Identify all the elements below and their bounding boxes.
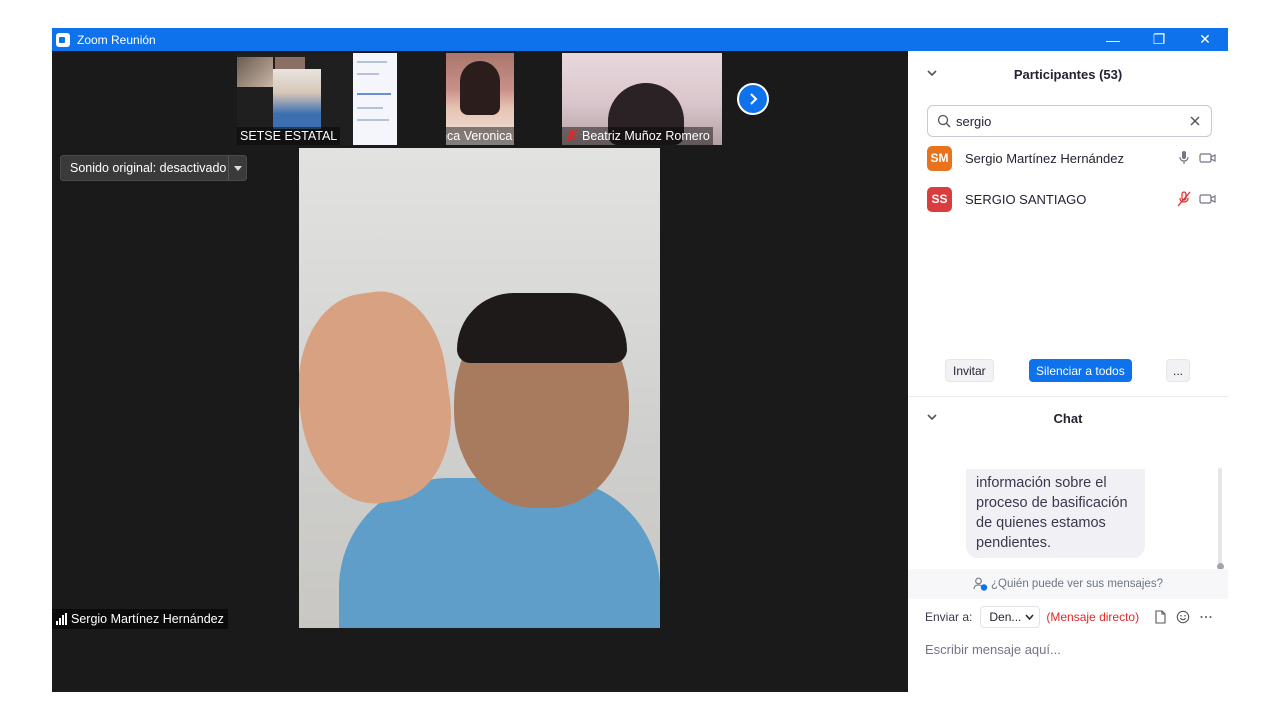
active-speaker-video	[299, 148, 660, 628]
tile-name-label: Blanca Veronica Gonz...	[446, 127, 514, 145]
more-options-button[interactable]: ...	[1166, 359, 1190, 382]
more-icon[interactable]	[1199, 610, 1213, 624]
chevron-down-icon	[1025, 614, 1034, 620]
zoom-window: Zoom Reunión — ❐ ✕ SETSE ESTATAL ca Vero…	[52, 28, 1228, 692]
gallery-tile[interactable]: SETSE ESTATAL	[237, 53, 397, 145]
participant-name: SERGIO SANTIAGO	[965, 191, 1087, 207]
window-controls: — ❐ ✕	[1090, 28, 1228, 51]
participant-search[interactable]	[927, 105, 1212, 137]
shared-screen	[353, 53, 397, 145]
search-input[interactable]	[956, 113, 1176, 129]
participant-row[interactable]: SM Sergio Martínez Hernández	[927, 144, 1217, 172]
zoom-app-icon	[56, 32, 70, 47]
who-can-see-label: ¿Quién puede ver sus mensajes?	[991, 578, 1163, 590]
video-feed	[457, 293, 627, 363]
video-area: SETSE ESTATAL Blanca Veronica Gonz... Be…	[52, 51, 908, 692]
participants-header: Participantes (53)	[908, 54, 1228, 94]
video-feed	[275, 57, 305, 69]
side-panel: Participantes (53) SM Sergio Martínez He…	[908, 51, 1228, 692]
mic-muted-icon	[566, 129, 578, 143]
chat-message: información sobre el proceso de basifica…	[966, 469, 1145, 558]
original-sound-dropdown[interactable]: Sonido original: desactivado	[60, 155, 247, 181]
title-bar: Zoom Reunión — ❐ ✕	[52, 28, 1228, 51]
video-camera-icon[interactable]	[1199, 150, 1217, 166]
invite-button[interactable]: Invitar	[945, 359, 994, 382]
recipient-dropdown[interactable]: Den...	[980, 606, 1041, 628]
tile-name: Beatriz Muñoz Romero	[582, 129, 710, 143]
chevron-down-icon[interactable]	[926, 67, 938, 79]
participant-name: Sergio Martínez Hernández	[965, 150, 1124, 166]
mic-icon[interactable]	[1175, 150, 1193, 166]
chat-header: Chat	[908, 398, 1228, 438]
who-can-see-messages-link[interactable]: ¿Quién puede ver sus mensajes?	[908, 569, 1228, 599]
direct-message-label: (Mensaje directo)	[1046, 610, 1140, 624]
tile-name: SETSE ESTATAL	[240, 129, 338, 143]
restore-button[interactable]: ❐	[1136, 28, 1182, 51]
search-icon	[937, 114, 951, 128]
signal-strength-icon	[56, 613, 67, 625]
user-info-icon	[973, 577, 988, 591]
participant-row[interactable]: SS SERGIO SANTIAGO	[927, 185, 1217, 213]
participants-title: Participantes (53)	[1013, 66, 1123, 82]
video-feed	[273, 69, 321, 129]
gallery-tile[interactable]: Blanca Veronica Gonz...	[446, 53, 514, 145]
video-camera-icon[interactable]	[1199, 191, 1217, 207]
close-window-button[interactable]: ✕	[1182, 28, 1228, 51]
chat-message-input[interactable]	[925, 637, 1215, 661]
divider	[908, 396, 1228, 397]
caret-down-icon[interactable]	[228, 156, 246, 180]
video-feed	[237, 57, 273, 87]
gallery-strip: SETSE ESTATAL Blanca Veronica Gonz... Be…	[52, 51, 908, 147]
emoji-icon[interactable]	[1176, 610, 1190, 624]
send-to-label: Enviar a:	[925, 610, 973, 624]
tile-name-label: Beatriz Muñoz Romero	[562, 127, 713, 145]
minimize-button[interactable]: —	[1090, 28, 1136, 51]
gallery-tile[interactable]: Beatriz Muñoz Romero	[562, 53, 722, 145]
chat-title: Chat	[1053, 410, 1083, 426]
active-speaker-name: Sergio Martínez Hernández	[71, 612, 224, 626]
video-feed	[460, 61, 500, 115]
tile-name-label: SETSE ESTATAL	[237, 127, 341, 145]
chevron-down-icon[interactable]	[926, 411, 938, 423]
file-icon[interactable]	[1153, 610, 1167, 624]
original-sound-label: Sonido original: desactivado	[70, 161, 227, 175]
recipient-value: Den...	[989, 610, 1022, 624]
clear-search-icon[interactable]	[1189, 115, 1201, 127]
chat-scrollbar[interactable]	[1218, 468, 1222, 564]
mute-all-button[interactable]: Silenciar a todos	[1029, 359, 1132, 382]
avatar: SS	[927, 186, 952, 212]
send-to-row: Enviar a: Den... (Mensaje directo)	[925, 606, 1225, 628]
tile-name: Blanca Veronica Gonz...	[446, 129, 514, 143]
avatar: SM	[927, 145, 952, 171]
chevron-right-icon	[750, 93, 758, 105]
window-title: Zoom Reunión	[77, 32, 156, 47]
mic-muted-icon[interactable]	[1175, 191, 1193, 207]
active-speaker-label: Sergio Martínez Hernández	[52, 609, 228, 629]
next-page-button[interactable]	[737, 83, 769, 115]
